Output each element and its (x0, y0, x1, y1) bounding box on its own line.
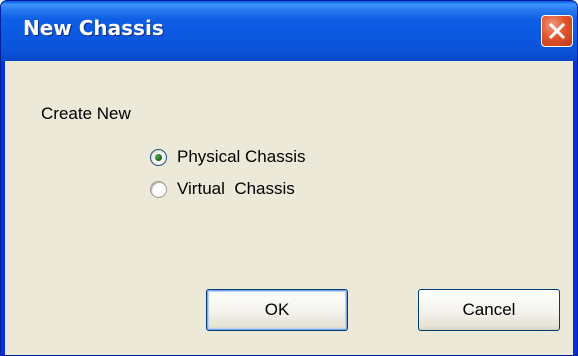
dialog-body: Create New Physical Chassis Virtual Chas… (5, 61, 573, 355)
title-bar[interactable]: New Chassis (1, 1, 577, 61)
radio-selected-dot (155, 153, 162, 161)
physical-chassis-label[interactable]: Physical Chassis (177, 147, 306, 167)
ok-button[interactable]: OK (206, 289, 348, 331)
create-new-label: Create New (41, 104, 131, 123)
window-title: New Chassis (23, 16, 164, 40)
virtual-chassis-option[interactable]: Virtual Chassis (150, 178, 295, 200)
physical-chassis-radio[interactable] (150, 148, 167, 166)
virtual-chassis-label[interactable]: Virtual Chassis (177, 179, 295, 199)
close-icon (549, 23, 565, 39)
cancel-button[interactable]: Cancel (418, 289, 560, 331)
dialog-window: New Chassis Create New Physical Chassis … (0, 0, 578, 356)
virtual-chassis-radio[interactable] (150, 180, 167, 198)
close-button[interactable] (541, 15, 573, 47)
physical-chassis-option[interactable]: Physical Chassis (150, 146, 306, 168)
